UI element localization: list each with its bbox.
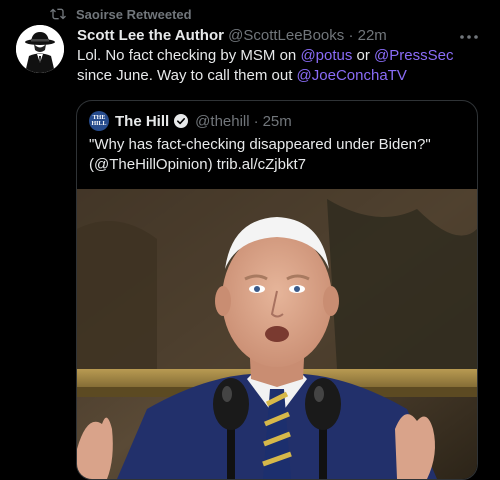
quoted-tweet-header: THE HILL The Hill @thehill · 25m (89, 111, 292, 131)
retweet-icon (50, 6, 66, 22)
photo-illustration (77, 189, 477, 479)
quoted-tweet-photo[interactable] (77, 189, 477, 479)
quoted-timestamp[interactable]: 25m (263, 113, 292, 130)
tweet[interactable]: Saoirse Retweeted Scott Lee the Author @… (0, 0, 500, 480)
tweet-text-part: or (352, 47, 375, 64)
tweet-text-part: since June. Way to call them out (77, 67, 297, 84)
verified-badge-icon (173, 113, 189, 129)
quoted-author-name[interactable]: The Hill (115, 113, 169, 130)
logo-line: HILL (91, 121, 107, 127)
retweet-label: Saoirse Retweeted (76, 6, 192, 22)
tweet-text: Lol. No fact checking by MSM on @potus o… (77, 46, 477, 86)
tweet-header: Scott Lee the Author @ScottLeeBooks · 22… (77, 26, 450, 46)
timestamp[interactable]: 22m (358, 27, 387, 44)
quoted-tweet-text: "Why has fact-checking disappeared under… (89, 136, 431, 173)
mention-joeconchatv[interactable]: @JoeConchaTV (297, 67, 407, 84)
avatar-image (16, 25, 64, 73)
mention-potus[interactable]: @potus (300, 47, 352, 64)
author-handle[interactable]: @ScottLeeBooks (228, 27, 344, 44)
separator-dot: · (348, 27, 354, 44)
more-icon (460, 35, 478, 39)
quoted-tweet-card[interactable]: THE HILL The Hill @thehill · 25m "Why has… (76, 100, 478, 480)
quoted-author-handle[interactable]: @thehill (195, 113, 249, 130)
tweet-text-part: Lol. No fact checking by MSM on (77, 47, 301, 64)
quoted-author-avatar[interactable]: THE HILL (89, 111, 109, 131)
retweet-indicator[interactable]: Saoirse Retweeted (50, 6, 192, 22)
author-name[interactable]: Scott Lee the Author (77, 27, 224, 44)
quoted-avatar-logo: THE HILL (91, 115, 106, 127)
avatar[interactable] (16, 25, 64, 73)
more-options-button[interactable] (458, 28, 480, 46)
mention-presssec[interactable]: @PressSec (374, 47, 453, 64)
separator-dot: · (253, 112, 259, 130)
